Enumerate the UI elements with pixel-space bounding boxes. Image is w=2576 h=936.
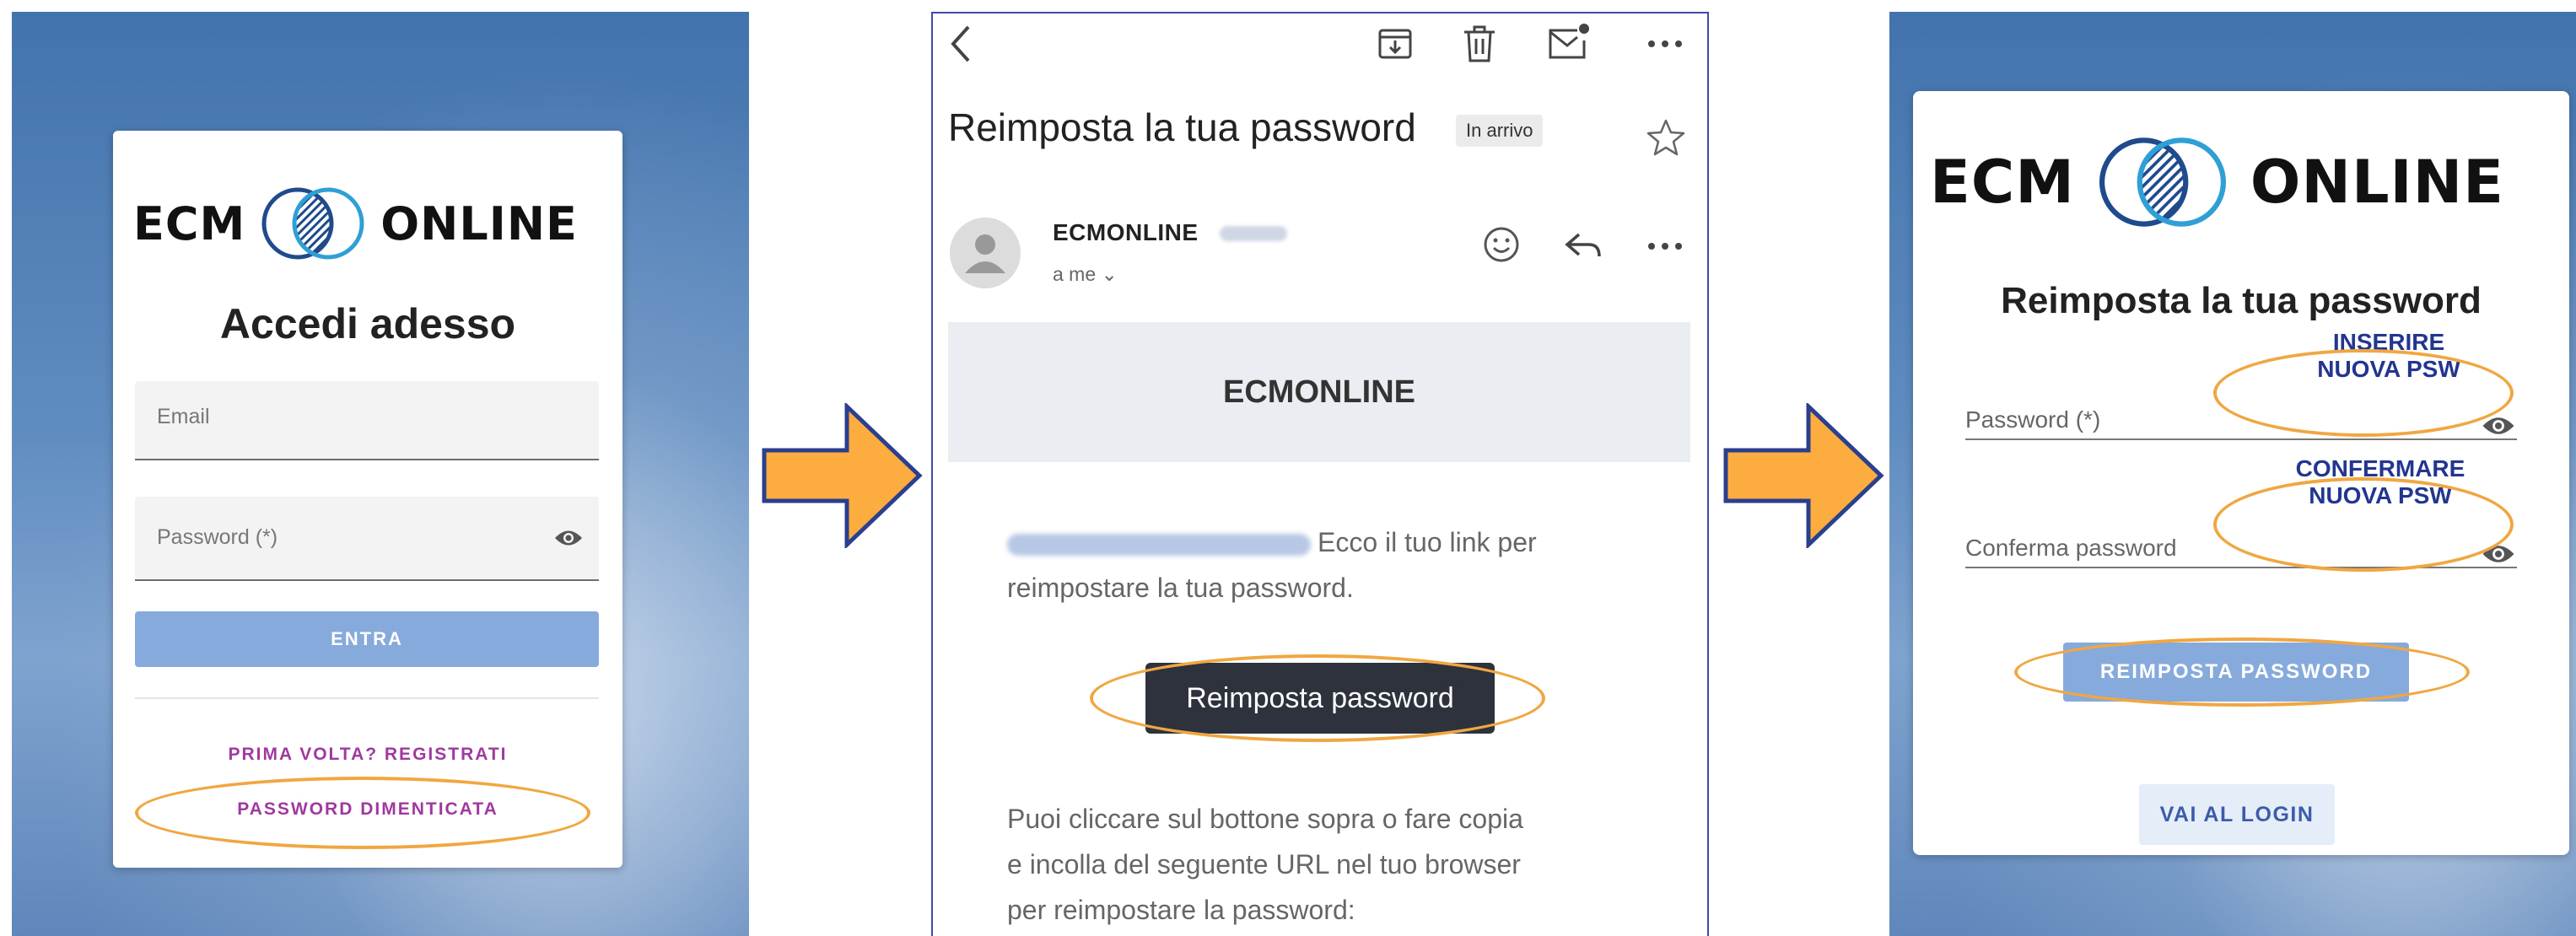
login-panel: ECM ONLINE Accedi adesso Email Password … xyxy=(12,12,749,936)
reset-panel: ECM ONLINE Reimposta la tua password INS… xyxy=(1889,12,2576,936)
banner-title: ECMONLINE xyxy=(1223,374,1415,410)
email-panel: Reimposta la tua password In arrivo ECMO… xyxy=(931,12,1709,936)
highlight-oval xyxy=(2213,349,2514,437)
instructions-line-2: e incolla del seguente URL nel tuo brows… xyxy=(1007,849,1521,880)
archive-icon[interactable] xyxy=(1377,25,1414,62)
arrow-right-icon xyxy=(762,403,923,548)
back-icon[interactable] xyxy=(946,22,973,66)
back-to-login-button[interactable]: VAI AL LOGIN xyxy=(2139,784,2335,845)
star-icon[interactable] xyxy=(1646,118,1685,157)
new-password-label: Password (*) xyxy=(1965,406,2101,433)
email-label: Email xyxy=(157,405,210,428)
logo-text-left: ECM xyxy=(1930,148,2075,217)
logo-rings-icon xyxy=(2099,137,2226,227)
logo-text-right: ONLINE xyxy=(380,196,578,250)
trash-icon[interactable] xyxy=(1463,25,1496,62)
email-banner: ECMONLINE xyxy=(948,322,1690,462)
emoji-icon[interactable] xyxy=(1481,224,1522,265)
highlight-oval xyxy=(2213,477,2514,572)
reply-icon[interactable] xyxy=(1564,229,1603,261)
register-link[interactable]: PRIMA VOLTA? REGISTRATI xyxy=(113,745,622,765)
email-field[interactable]: Email xyxy=(135,381,599,460)
arrow-right-icon xyxy=(1723,403,1884,548)
intro-text: Ecco il tuo link per reimpostare la tua … xyxy=(1007,519,1537,611)
intro-line-2: reimpostare la tua password. xyxy=(1007,573,1354,603)
avatar xyxy=(950,218,1021,288)
instructions-text: Puoi cliccare sul bottone sopra o fare c… xyxy=(1007,796,1523,933)
login-card: ECM ONLINE Accedi adesso Email Password … xyxy=(113,131,622,868)
ecm-online-logo: ECM ONLINE xyxy=(1930,130,2504,234)
ecm-online-logo: ECM ONLINE xyxy=(133,181,578,266)
reset-card: ECM ONLINE Reimposta la tua password INS… xyxy=(1913,91,2569,855)
logo-text-left: ECM xyxy=(133,196,246,250)
highlight-oval xyxy=(1090,654,1545,742)
inbox-badge[interactable]: In arrivo xyxy=(1456,115,1544,147)
email-subject: Reimposta la tua password xyxy=(948,105,1416,149)
logo-rings-icon xyxy=(261,187,364,260)
reset-title: Reimposta la tua password xyxy=(2001,280,2482,321)
confirm-password-label: Conferma password xyxy=(1965,535,2177,561)
password-field[interactable]: Password (*) xyxy=(135,497,599,581)
highlight-oval xyxy=(2014,637,2470,707)
instructions-line-3: per reimpostare la password: xyxy=(1007,895,1355,925)
more-icon[interactable] xyxy=(1646,37,1684,51)
show-password-icon[interactable] xyxy=(553,527,584,549)
login-button[interactable]: ENTRA xyxy=(135,611,599,667)
logo-text-right: ONLINE xyxy=(2250,148,2505,217)
recipient-toggle[interactable]: a me ⌄ xyxy=(1053,263,1118,286)
sender-time-blurred xyxy=(1220,226,1287,241)
recipient-email-blurred xyxy=(1007,533,1311,556)
divider xyxy=(135,697,599,699)
mark-unread-icon[interactable] xyxy=(1547,22,1591,62)
intro-rest: Ecco il tuo link per xyxy=(1318,527,1537,557)
person-icon xyxy=(965,234,1005,273)
login-title: Accedi adesso xyxy=(219,300,516,347)
message-more-icon[interactable] xyxy=(1646,239,1684,253)
highlight-oval xyxy=(135,777,590,849)
instructions-line-1: Puoi cliccare sul bottone sopra o fare c… xyxy=(1007,804,1523,834)
password-label: Password (*) xyxy=(157,525,278,549)
sender-name: ECMONLINE xyxy=(1053,219,1199,245)
